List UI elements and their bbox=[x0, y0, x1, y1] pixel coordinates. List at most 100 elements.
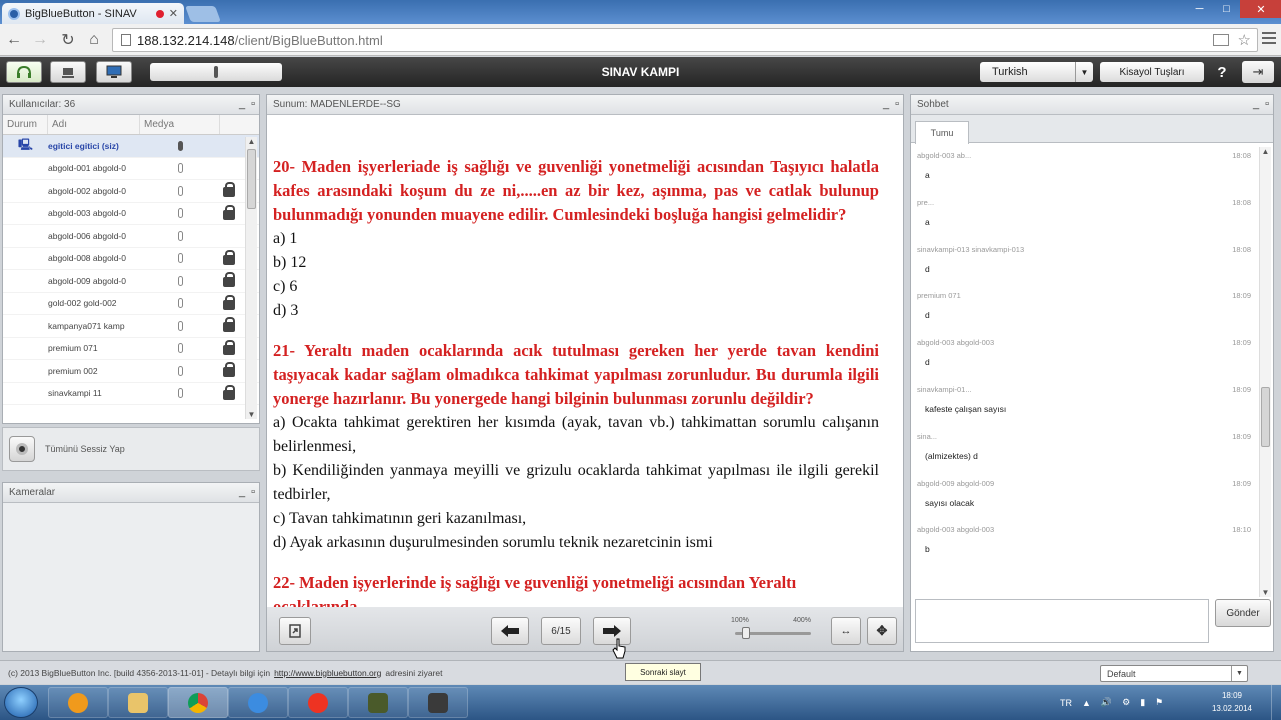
clock-time: 18:09 bbox=[1221, 691, 1243, 700]
scroll-thumb[interactable] bbox=[247, 149, 256, 209]
taskbar-explorer[interactable] bbox=[108, 687, 168, 718]
user-row[interactable]: gold-002 gold-002 bbox=[3, 293, 259, 315]
back-arrow-icon[interactable]: ← bbox=[4, 30, 24, 50]
taskbar-clock[interactable]: 18:09 13.02.2014 bbox=[1204, 689, 1260, 715]
minimize-panel-icon[interactable]: _ bbox=[239, 486, 245, 498]
mute-all-button[interactable] bbox=[9, 436, 35, 462]
language-select[interactable]: Turkish ▼ bbox=[980, 62, 1093, 82]
user-row[interactable]: abgold-003 abgold-0 bbox=[3, 203, 259, 225]
microphone-icon[interactable] bbox=[177, 320, 183, 331]
send-button[interactable]: Gönder bbox=[1215, 599, 1271, 627]
slide-counter[interactable]: 6/15 bbox=[541, 617, 581, 645]
zoom-knob[interactable] bbox=[742, 627, 750, 639]
browser-tab[interactable]: BigBlueButton - SINAV ✕ bbox=[2, 3, 184, 24]
scroll-down-icon[interactable]: ▼ bbox=[1260, 588, 1271, 597]
microphone-icon[interactable] bbox=[177, 298, 183, 309]
taskbar-app-2[interactable] bbox=[408, 687, 468, 718]
user-row[interactable]: abgold-008 abgold-0 bbox=[3, 248, 259, 270]
browser-menu-icon[interactable] bbox=[1262, 32, 1276, 44]
user-row[interactable]: premium 071 bbox=[3, 338, 259, 360]
user-row[interactable]: premium 002 bbox=[3, 360, 259, 383]
user-row[interactable]: kampanya071 kamp bbox=[3, 315, 259, 338]
maximize-panel-icon[interactable]: ▫ bbox=[895, 98, 899, 110]
user-row[interactable]: abgold-002 abgold-0 bbox=[3, 180, 259, 203]
microphone-icon[interactable] bbox=[177, 343, 183, 354]
microphone-icon[interactable] bbox=[177, 140, 183, 151]
flag-icon[interactable]: ⚑ bbox=[1155, 697, 1163, 708]
zoom-slider[interactable]: 100% 400% bbox=[729, 617, 811, 643]
microphone-icon[interactable] bbox=[177, 253, 183, 264]
show-desktop-button[interactable] bbox=[1271, 685, 1281, 720]
home-icon[interactable]: ⌂ bbox=[84, 30, 104, 50]
new-tab-button[interactable] bbox=[185, 6, 221, 22]
taskbar-ie[interactable] bbox=[228, 687, 288, 718]
bbb-website-link[interactable]: http://www.bigbluebutton.org bbox=[274, 668, 381, 678]
media-cell bbox=[140, 208, 220, 219]
scroll-up-icon[interactable]: ▲ bbox=[246, 137, 257, 146]
microphone-icon[interactable] bbox=[177, 163, 183, 174]
folder-icon bbox=[128, 692, 148, 713]
chat-scrollbar[interactable]: ▲ ▼ bbox=[1259, 147, 1271, 597]
taskbar-chrome[interactable] bbox=[168, 687, 228, 718]
cast-icon[interactable] bbox=[1213, 34, 1229, 46]
user-row[interactable]: 🖳 egitici egitici (siz) bbox=[3, 135, 259, 158]
chat-input[interactable] bbox=[915, 599, 1209, 643]
window-close-icon[interactable]: ✕ bbox=[1240, 0, 1281, 18]
tab-close-icon[interactable]: ✕ bbox=[169, 7, 178, 20]
tab-public-chat[interactable]: Tumu bbox=[915, 121, 969, 144]
microphone-icon[interactable] bbox=[177, 208, 183, 219]
bookmark-star-icon[interactable]: ☆ bbox=[1238, 31, 1251, 49]
fit-width-button[interactable]: ↔ bbox=[831, 617, 861, 645]
minimize-panel-icon[interactable]: _ bbox=[1253, 98, 1259, 110]
address-bar[interactable]: 188.132.214.148/client/BigBlueButton.htm… bbox=[112, 28, 1258, 52]
user-row[interactable]: sinavkampi 11 bbox=[3, 383, 259, 405]
upload-button[interactable] bbox=[279, 617, 311, 645]
logout-icon: ⇥ bbox=[1252, 64, 1264, 79]
volume-icon[interactable]: 🔊 bbox=[1101, 697, 1112, 708]
fit-page-button[interactable]: ✥ bbox=[867, 617, 897, 645]
microphone-icon[interactable] bbox=[177, 365, 183, 376]
help-button[interactable]: ? bbox=[1208, 62, 1236, 82]
minimize-panel-icon[interactable]: _ bbox=[883, 98, 889, 110]
taskbar-yandex[interactable] bbox=[288, 687, 348, 718]
scroll-down-icon[interactable]: ▼ bbox=[246, 410, 257, 419]
chat-message: premium 071 18:09 d bbox=[915, 287, 1255, 334]
user-row[interactable]: abgold-006 abgold-0 bbox=[3, 225, 259, 248]
forward-arrow-icon[interactable]: → bbox=[30, 30, 50, 50]
user-name: premium 071 bbox=[48, 343, 98, 354]
scroll-up-icon[interactable]: ▲ bbox=[1260, 147, 1271, 156]
minimize-icon[interactable]: ─ bbox=[1186, 0, 1213, 18]
maximize-panel-icon[interactable]: ▫ bbox=[251, 486, 255, 498]
reload-icon[interactable]: ↻ bbox=[58, 30, 78, 50]
settings-icon[interactable]: ⚙ bbox=[1122, 697, 1130, 708]
tray-expand-icon[interactable]: ▲ bbox=[1082, 698, 1091, 708]
microphone-icon[interactable] bbox=[177, 185, 183, 196]
microphone-icon[interactable] bbox=[177, 388, 183, 399]
previous-slide-button[interactable] bbox=[491, 617, 529, 645]
maximize-panel-icon[interactable]: ▫ bbox=[1265, 98, 1269, 110]
microphone-icon[interactable] bbox=[177, 230, 183, 241]
user-name: kampanya071 kamp bbox=[48, 320, 125, 331]
answer-option: c) Tavan tahkimatının geri kazanılması, bbox=[273, 510, 527, 527]
start-button[interactable] bbox=[4, 687, 38, 718]
taskbar-media-player[interactable] bbox=[48, 687, 108, 718]
user-row[interactable]: abgold-001 abgold-0 bbox=[3, 158, 259, 180]
users-scrollbar[interactable]: ▲ ▼ bbox=[245, 137, 257, 419]
col-name[interactable]: Adı bbox=[48, 115, 140, 134]
maximize-icon[interactable]: □ bbox=[1213, 0, 1240, 18]
minimize-panel-icon[interactable]: _ bbox=[239, 98, 245, 110]
taskbar-app-1[interactable] bbox=[348, 687, 408, 718]
chat-message: abgold-003 ab... 18:08 a bbox=[915, 147, 1255, 194]
language-indicator[interactable]: TR bbox=[1060, 698, 1072, 708]
network-icon[interactable]: ▮ bbox=[1140, 697, 1145, 708]
chat-message: pre... 18:08 a bbox=[915, 194, 1255, 241]
shortcut-keys-button[interactable]: Kisayol Tuşları bbox=[1100, 62, 1204, 82]
col-status[interactable]: Durum bbox=[3, 115, 48, 134]
col-media[interactable]: Medya bbox=[140, 115, 220, 134]
layout-select[interactable]: Default ▼ bbox=[1100, 665, 1248, 682]
user-row[interactable]: abgold-009 abgold-0 bbox=[3, 270, 259, 293]
scroll-thumb[interactable] bbox=[1261, 387, 1270, 447]
logout-button[interactable]: ⇥ bbox=[1242, 61, 1274, 83]
microphone-icon[interactable] bbox=[177, 275, 183, 286]
maximize-panel-icon[interactable]: ▫ bbox=[251, 98, 255, 110]
